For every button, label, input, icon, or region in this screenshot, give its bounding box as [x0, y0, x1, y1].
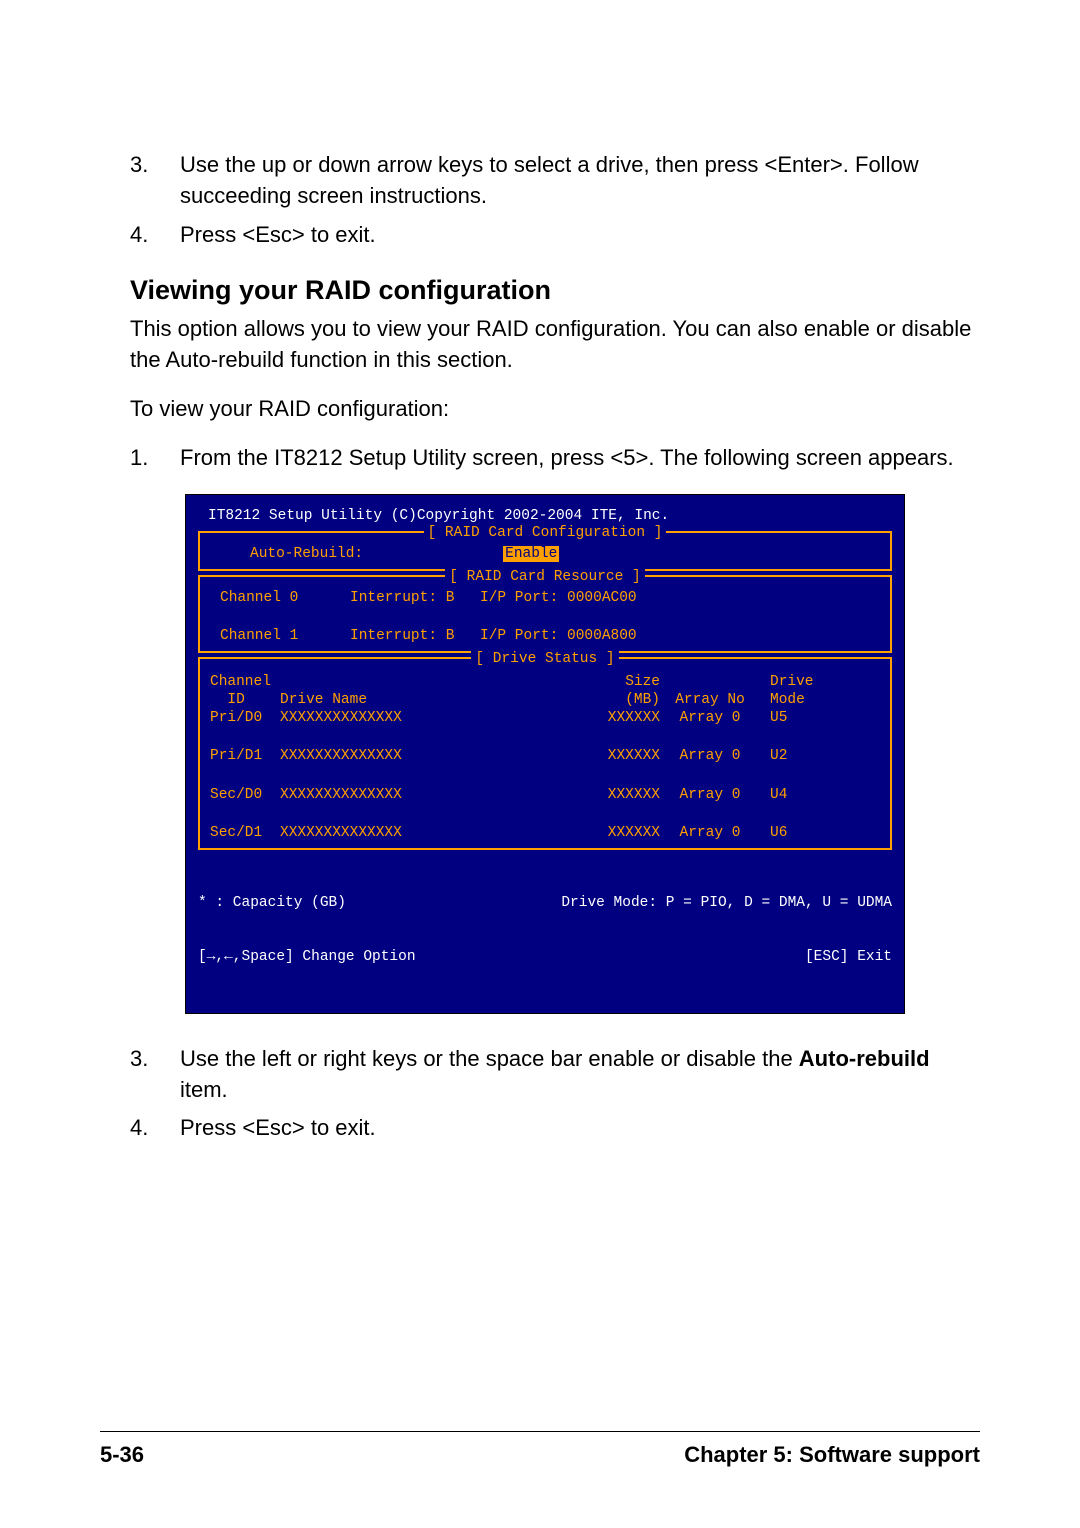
box-title: [ Drive Status ]	[200, 650, 890, 668]
list-item: 1. From the IT8212 Setup Utility screen,…	[130, 443, 980, 474]
paragraph: To view your RAID configuration:	[130, 394, 980, 425]
step-number: 3.	[130, 1044, 180, 1106]
terminal-screenshot: IT8212 Setup Utility (C)Copyright 2002-2…	[185, 494, 905, 1014]
list-item: 3. Use the up or down arrow keys to sele…	[130, 150, 980, 212]
list-item: 3. Use the left or right keys or the spa…	[130, 1044, 980, 1106]
step-number: 3.	[130, 150, 180, 212]
raid-resource-box: [ RAID Card Resource ] Channel 0Interrup…	[198, 575, 892, 653]
mid-steps-list: 1. From the IT8212 Setup Utility screen,…	[130, 443, 980, 474]
list-item: 4. Press <Esc> to exit.	[130, 220, 980, 251]
table-row: Sec/D0XXXXXXXXXXXXXXXXXXXXArray 0U4	[210, 766, 880, 804]
step-number: 4.	[130, 220, 180, 251]
step-text: Use the left or right keys or the space …	[180, 1044, 980, 1106]
step-number: 1.	[130, 443, 180, 474]
chapter-title: Chapter 5: Software support	[684, 1442, 980, 1468]
post-steps-list: 3. Use the left or right keys or the spa…	[130, 1044, 980, 1144]
table-header: IDDrive Name(MB)Array NoMode	[210, 691, 880, 709]
footer-hint: [→,←,Space] Change Option	[198, 948, 416, 966]
step-text: Use the up or down arrow keys to select …	[180, 150, 980, 212]
drive-status-box: [ Drive Status ] ChannelSizeDrive IDDriv…	[198, 657, 892, 850]
section-heading: Viewing your RAID configuration	[130, 275, 980, 306]
table-row: Sec/D1XXXXXXXXXXXXXXXXXXXXArray 0U6	[210, 804, 880, 842]
table-row: Pri/D1XXXXXXXXXXXXXXXXXXXXArray 0U2	[210, 727, 880, 765]
page-number: 5-36	[100, 1442, 144, 1468]
page-footer: 5-36 Chapter 5: Software support	[100, 1431, 980, 1468]
step-text: Press <Esc> to exit.	[180, 220, 980, 251]
list-item: 4. Press <Esc> to exit.	[130, 1113, 980, 1144]
raid-config-box: [ RAID Card Configuration ] Auto-Rebuild…	[198, 531, 892, 571]
pre-steps-list: 3. Use the up or down arrow keys to sele…	[130, 150, 980, 250]
paragraph: This option allows you to view your RAID…	[130, 314, 980, 376]
auto-rebuild-value[interactable]: Enable	[503, 546, 559, 562]
footer-hint: [ESC] Exit	[561, 948, 892, 966]
box-title: [ RAID Card Configuration ]	[200, 524, 890, 542]
step-text: From the IT8212 Setup Utility screen, pr…	[180, 443, 980, 474]
box-title: [ RAID Card Resource ]	[200, 568, 890, 586]
table-row: Pri/D0XXXXXXXXXXXXXXXXXXXXArray 0U5	[210, 709, 880, 727]
channel-row: Channel 1Interrupt: BI/P Port: 0000A800	[210, 607, 880, 645]
footer-hint: Drive Mode: P = PIO, D = DMA, U = UDMA	[561, 894, 892, 912]
footer-hint: * : Capacity (GB)	[198, 894, 416, 912]
terminal-footer: * : Capacity (GB) [→,←,Space] Change Opt…	[198, 854, 892, 1005]
step-number: 4.	[130, 1113, 180, 1144]
step-text: Press <Esc> to exit.	[180, 1113, 980, 1144]
